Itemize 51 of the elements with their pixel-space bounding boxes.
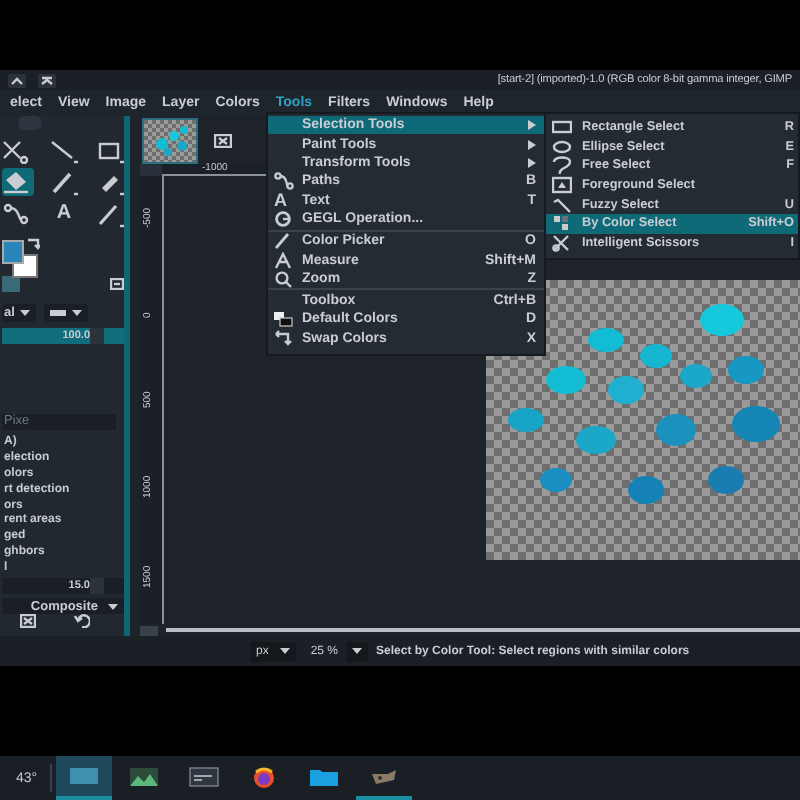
brush-icon [48,167,80,196]
caret-icon [72,310,83,317]
ellipse-select-icon [552,137,572,156]
image-viewer-icon [127,765,160,787]
wand-icon [552,195,572,214]
pipette-icon [274,232,294,251]
path-icon [2,199,34,228]
gimp-icon [367,765,400,787]
zoom-dropdown[interactable] [346,641,369,661]
color-select-icon [552,214,572,233]
swap-icon[interactable] [26,237,40,250]
swap-icon [274,329,294,348]
reset-icon[interactable] [20,614,37,628]
scissors-icon [552,233,572,252]
colors-icon [274,310,294,329]
zoom-icon [274,269,294,288]
caret-icon [352,648,363,654]
measure-icon [274,251,294,270]
caret-icon [20,310,31,317]
text-tool-icon: A [274,190,287,211]
tool-button[interactable] [94,199,124,228]
tool-button[interactable] [2,135,34,164]
foreground-select-icon [552,176,572,195]
tool-button[interactable] [48,167,80,196]
window-icon [67,765,100,787]
tool-button[interactable] [2,199,34,228]
line-icon [48,135,80,164]
caret-icon [108,603,118,610]
caret-icon [280,648,291,654]
scrollbar[interactable] [166,628,800,632]
window-button[interactable] [38,73,56,87]
bucket-icon [2,167,34,196]
folder-icon [307,765,340,787]
foreground-color-swatch[interactable] [2,239,24,264]
close-icon[interactable] [214,133,232,147]
path-icon [274,172,294,191]
dropdown[interactable] [44,304,89,323]
restore-icon[interactable] [73,614,90,628]
pipette-icon [94,199,124,228]
tool-button[interactable] [48,135,80,164]
brush-shape-icon [50,308,67,319]
gegl-icon [274,210,294,229]
rectangle-select-icon [552,118,572,137]
terminal-icon [187,765,220,787]
window-button[interactable] [8,73,26,87]
lasso-icon [552,156,572,175]
scissors-icon [2,135,34,164]
tool-button[interactable] [2,167,34,196]
panel-menu-icon[interactable] [110,278,124,291]
image-icon[interactable] [2,276,20,293]
tool-button[interactable]: A [48,199,80,228]
